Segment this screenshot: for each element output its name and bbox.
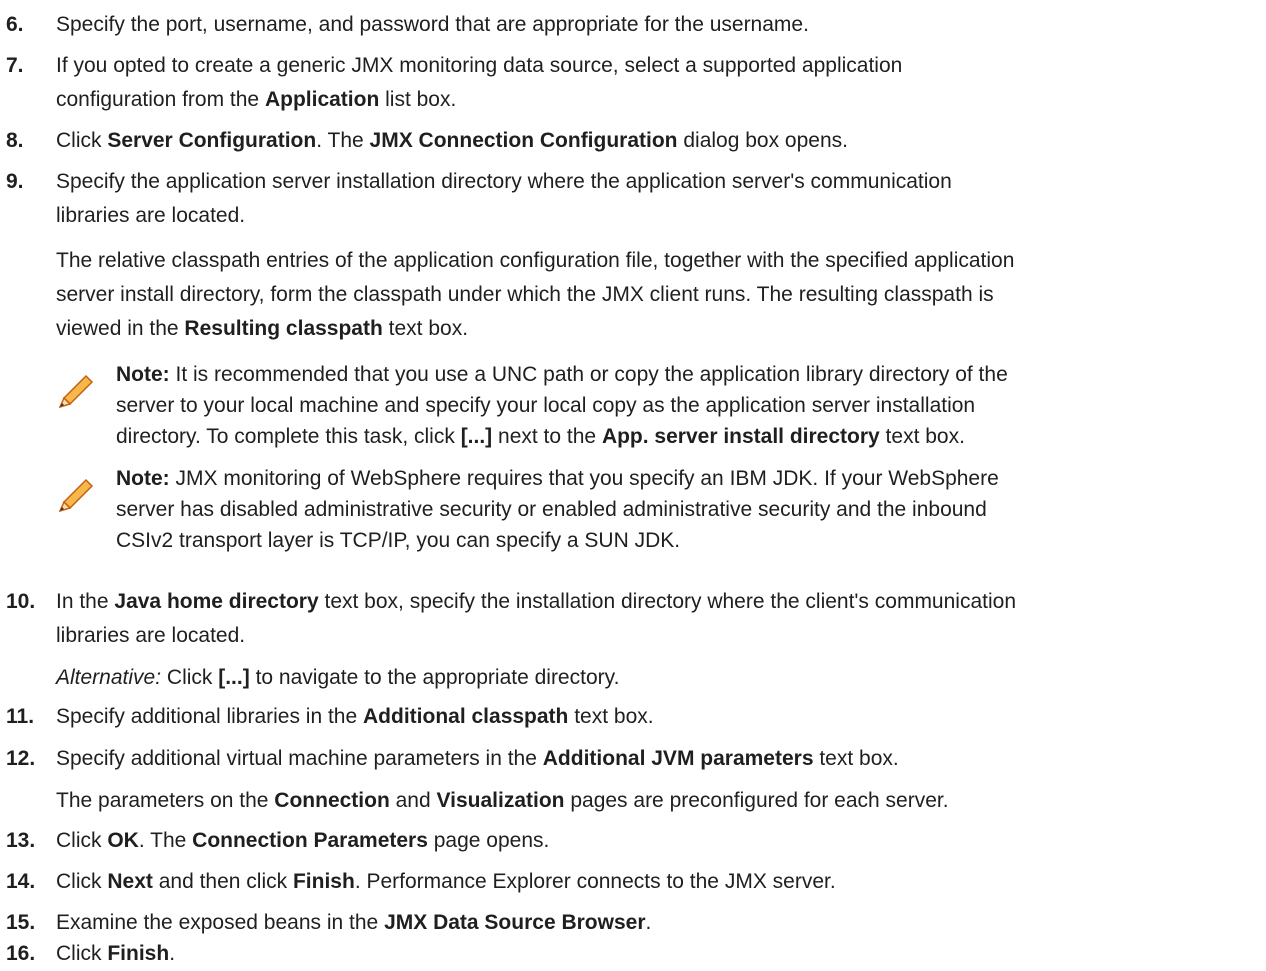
text: . The (138, 829, 193, 852)
step-text: Specify additional libraries in the Addi… (56, 700, 1250, 734)
step-text: Click Finish. (56, 937, 1250, 971)
text: Specify additional libraries in the (56, 705, 364, 728)
ui-term: Finish (107, 942, 170, 965)
ui-term: Application (264, 88, 380, 111)
note-line-2: server to your local machine and specify… (116, 394, 976, 417)
ui-term: OK (107, 829, 139, 852)
ui-term: Additional JVM parameters (542, 747, 814, 770)
text: Click (56, 129, 108, 152)
step-number: 6. (6, 13, 24, 36)
text: . The (316, 129, 370, 152)
text: text box, specify the installation direc… (318, 590, 1016, 613)
note-1: Note: It is recommended that you use a U… (56, 363, 1250, 466)
ui-term: Next (107, 870, 153, 893)
ui-term: [...] (460, 425, 493, 448)
text: Click (56, 942, 108, 965)
text: . Performance Explorer connects to the J… (354, 870, 836, 893)
ui-term: [...] (218, 666, 250, 689)
note-line-3: CSIv2 transport layer is TCP/IP, you can… (116, 529, 681, 552)
text: In the (56, 590, 115, 613)
ui-term: Finish (292, 870, 355, 893)
ui-term: App. server install directory (601, 425, 880, 448)
pencil-note-icon (58, 374, 94, 408)
text: and then click (152, 870, 293, 893)
text: The parameters on the (56, 789, 275, 812)
step-text: Click Next and then click Finish. Perfor… (56, 865, 1250, 899)
note-label: Note: (116, 467, 170, 490)
step-number: 12. (6, 747, 36, 770)
step-number: 14. (6, 870, 36, 893)
step-text: Specify additional virtual machine param… (56, 742, 1250, 776)
step-para-line-3: viewed in the Resulting classpath text b… (56, 312, 1250, 346)
note-line-2: server has disabled administrative secur… (116, 498, 987, 521)
ui-term: Server Configuration (107, 129, 317, 152)
text: to navigate to the appropriate directory… (249, 666, 620, 689)
text: Specify additional virtual machine param… (56, 747, 543, 770)
step-para-line-1: The relative classpath entries of the ap… (56, 249, 1015, 272)
step-text: Examine the exposed beans in the JMX Dat… (56, 906, 1250, 940)
text: list box. (379, 88, 457, 111)
ui-term: Java home directory (114, 590, 319, 613)
text: dialog box opens. (677, 129, 848, 152)
document-page: 6. Specify the port, username, and passw… (0, 0, 1266, 965)
text: directory. To complete this task, click (116, 425, 461, 448)
text: text box. (879, 425, 965, 448)
alternative-label: Alternative: (56, 666, 162, 689)
text: text box. (813, 747, 899, 770)
text: Click (161, 666, 219, 689)
note-line-3: directory. To complete this task, click … (116, 421, 1250, 452)
step-text-line-1: In the Java home directory text box, spe… (56, 585, 1250, 619)
step-number: 9. (6, 170, 24, 193)
step-number: 11. (6, 705, 35, 728)
ui-term: Resulting classpath (184, 317, 383, 340)
text: Click (56, 870, 108, 893)
ui-term: Visualization (436, 789, 565, 812)
text: . (645, 911, 652, 934)
text: text box. (382, 317, 469, 340)
step-para-line-2: server install directory, form the class… (56, 283, 994, 306)
step-text-line-1: If you opted to create a generic JMX mon… (56, 54, 903, 77)
text: Examine the exposed beans in the (56, 911, 385, 934)
text: and (389, 789, 437, 812)
text: text box. (568, 705, 654, 728)
step-number: 15. (6, 911, 36, 934)
step-text: Specify the port, username, and password… (56, 13, 809, 36)
note-line-1: Note: JMX monitoring of WebSphere requir… (116, 463, 1250, 494)
ui-term: JMX Data Source Browser (384, 911, 646, 934)
step-text-line-2: configuration from the Application list … (56, 83, 1250, 117)
step-text: Click OK. The Connection Parameters page… (56, 824, 1250, 858)
text: It is recommended that you use a UNC pat… (169, 363, 1008, 386)
text: pages are preconfigured for each server. (564, 789, 949, 812)
step-text-line-2: libraries are located. (56, 624, 246, 647)
text: . (169, 942, 176, 965)
note-label: Note: (116, 363, 170, 386)
text: next to the (492, 425, 602, 448)
step-text-line-1: Specify the application server installat… (56, 170, 952, 193)
step-number: 7. (6, 54, 24, 77)
ui-term: JMX Connection Configuration (369, 129, 678, 152)
pencil-note-icon (58, 478, 94, 512)
note-line-1: Note: It is recommended that you use a U… (116, 359, 1250, 390)
text: viewed in the (56, 317, 185, 340)
text: Click (56, 829, 108, 852)
note-2: Note: JMX monitoring of WebSphere requir… (56, 467, 1250, 570)
ui-term: Additional classpath (363, 705, 569, 728)
step-text: Click Server Configuration. The JMX Conn… (56, 124, 1250, 158)
text: JMX monitoring of WebSphere requires tha… (169, 467, 999, 490)
step-number: 13. (6, 829, 36, 852)
step-number: 16. (6, 942, 36, 965)
text: page opens. (427, 829, 550, 852)
ui-term: Connection Parameters (192, 829, 428, 852)
alternative-line: Alternative: Click [...] to navigate to … (56, 661, 1250, 695)
ui-term: Connection (274, 789, 390, 812)
step-number: 8. (6, 129, 24, 152)
step-number: 10. (6, 590, 36, 613)
step-text-line-2: libraries are located. (56, 204, 246, 227)
step-para: The parameters on the Connection and Vis… (56, 784, 1250, 818)
text: configuration from the (56, 88, 265, 111)
